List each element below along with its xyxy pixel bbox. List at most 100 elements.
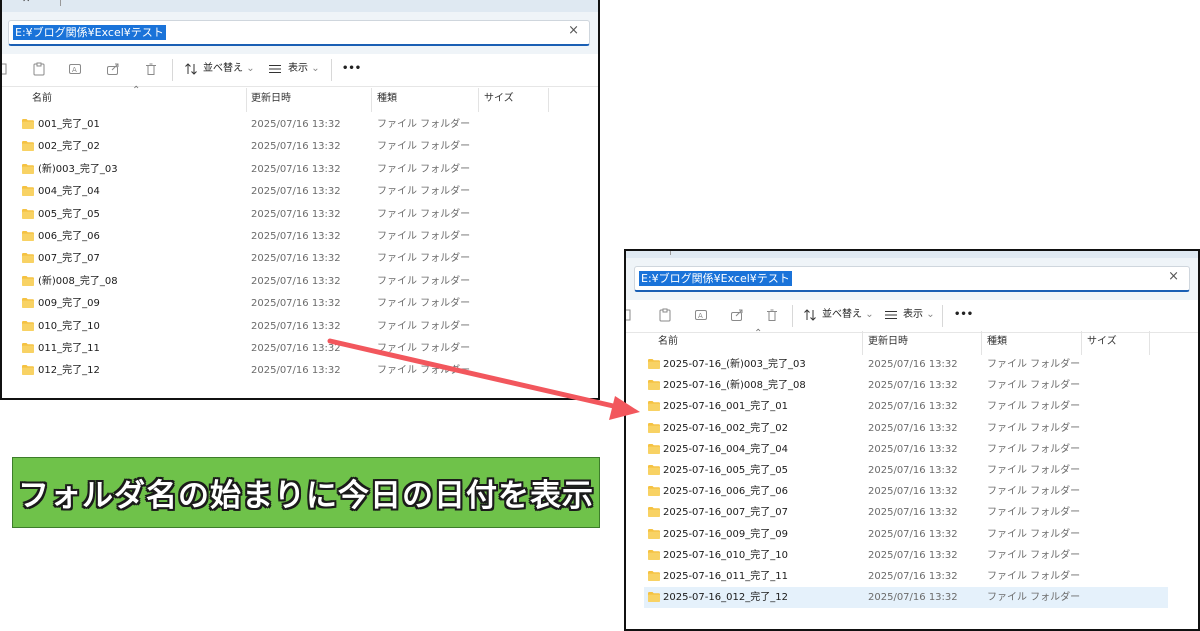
item-name[interactable]: (新)008_完了_08 xyxy=(38,271,118,293)
item-name[interactable]: 2025-07-16_007_完了_07 xyxy=(663,502,788,523)
item-name[interactable]: 005_完了_05 xyxy=(38,204,100,226)
item-name[interactable]: 004_完了_04 xyxy=(38,181,100,203)
view-button[interactable]: 表示 ⌄ xyxy=(288,62,320,76)
rename-icon[interactable]: A xyxy=(694,308,708,322)
delete-icon[interactable] xyxy=(765,308,779,322)
item-name[interactable]: 2025-07-16_010_完了_10 xyxy=(663,545,788,566)
column-divider[interactable] xyxy=(478,88,479,112)
more-icon[interactable]: ••• xyxy=(342,62,361,76)
list-item[interactable]: 2025-07-16_006_完了_06 2025/07/16 13:32 ファイル… xyxy=(626,481,1198,502)
column-size[interactable]: サイズ xyxy=(484,88,514,112)
item-name[interactable]: 2025-07-16_005_完了_05 xyxy=(663,460,788,481)
new-tab-icon[interactable] xyxy=(670,251,679,255)
item-name[interactable]: 007_完了_07 xyxy=(38,248,100,270)
list-item[interactable]: 2025-07-16_005_完了_05 2025/07/16 13:32 ファイル… xyxy=(626,460,1198,481)
list-item[interactable]: 2025-07-16_(新)008_完了_08 2025/07/16 13:32 フ… xyxy=(626,375,1198,396)
list-item[interactable]: 2025-07-16_007_完了_07 2025/07/16 13:32 ファイル… xyxy=(626,502,1198,523)
item-name[interactable]: 2025-07-16_012_完了_12 xyxy=(663,587,788,608)
paste-icon[interactable] xyxy=(32,62,46,76)
list-item[interactable]: (新)003_完了_03 2025/07/16 13:32 ファイル フォルダー xyxy=(2,159,598,181)
list-item[interactable]: (新)008_完了_08 2025/07/16 13:32 ファイル フォルダー xyxy=(2,271,598,293)
column-name[interactable]: 名前 xyxy=(658,331,678,355)
list-item[interactable]: 2025-07-16_004_完了_04 2025/07/16 13:32 ファイル… xyxy=(626,439,1198,460)
item-name[interactable]: 2025-07-16_(新)003_完了_03 xyxy=(663,354,806,375)
list-item[interactable]: 009_完了_09 2025/07/16 13:32 ファイル フォルダー xyxy=(2,293,598,315)
list-item[interactable]: 2025-07-16_002_完了_02 2025/07/16 13:32 ファイル… xyxy=(626,418,1198,439)
column-divider[interactable] xyxy=(246,88,247,112)
list-item[interactable]: 007_完了_07 2025/07/16 13:32 ファイル フォルダー xyxy=(2,248,598,270)
address-text[interactable]: E:¥ブログ関係¥Excel¥テスト xyxy=(639,271,792,286)
list-item[interactable]: 2025-07-16_010_完了_10 2025/07/16 13:32 ファイル… xyxy=(626,545,1198,566)
paste-icon[interactable] xyxy=(658,308,672,322)
column-divider[interactable] xyxy=(371,88,372,112)
list-item[interactable]: 004_完了_04 2025/07/16 13:32 ファイル フォルダー xyxy=(2,181,598,203)
list-item[interactable]: 005_完了_05 2025/07/16 13:32 ファイル フォルダー xyxy=(2,204,598,226)
item-name[interactable]: 2025-07-16_006_完了_06 xyxy=(663,481,788,502)
chevron-down-icon: ⌄ xyxy=(246,63,255,74)
column-divider[interactable] xyxy=(1081,331,1082,355)
address-bar[interactable]: E:¥ブログ関係¥Excel¥テスト × xyxy=(634,266,1190,292)
list-item[interactable]: 2025-07-16_(新)003_完了_03 2025/07/16 13:32 フ… xyxy=(626,354,1198,375)
column-name[interactable]: 名前 xyxy=(32,88,52,112)
list-item[interactable]: 006_完了_06 2025/07/16 13:32 ファイル フォルダー xyxy=(2,226,598,248)
more-icon[interactable]: ••• xyxy=(954,308,973,322)
folder-icon xyxy=(648,592,660,603)
rename-icon[interactable]: A xyxy=(68,62,82,76)
folder-icon xyxy=(648,401,660,412)
list-item[interactable]: 2025-07-16_001_完了_01 2025/07/16 13:32 ファイル… xyxy=(626,396,1198,417)
column-divider[interactable] xyxy=(548,88,549,112)
copy-icon[interactable] xyxy=(0,62,10,76)
list-item[interactable]: 010_完了_10 2025/07/16 13:32 ファイル フォルダー xyxy=(2,316,598,338)
column-divider[interactable] xyxy=(862,331,863,355)
close-icon[interactable]: × xyxy=(1168,269,1179,284)
item-name[interactable]: 2025-07-16_002_完了_02 xyxy=(663,418,788,439)
item-name[interactable]: 2025-07-16_009_完了_09 xyxy=(663,524,788,545)
list-item[interactable]: 011_完了_11 2025/07/16 13:32 ファイル フォルダー xyxy=(2,338,598,360)
list-item[interactable]: 2025-07-16_012_完了_12 2025/07/16 13:32 ファイル… xyxy=(644,587,1168,609)
column-type[interactable]: 種類 xyxy=(987,331,1007,355)
list-item[interactable]: 2025-07-16_009_完了_09 2025/07/16 13:32 ファイル… xyxy=(626,524,1198,545)
item-name[interactable]: 006_完了_06 xyxy=(38,226,100,248)
item-name[interactable]: 010_完了_10 xyxy=(38,316,100,338)
list-item[interactable]: 012_完了_12 2025/07/16 13:32 ファイル フォルダー xyxy=(2,360,598,382)
list-item[interactable]: 001_完了_01 2025/07/16 13:32 ファイル フォルダー xyxy=(2,114,598,136)
item-name[interactable]: 009_完了_09 xyxy=(38,293,100,315)
item-name[interactable]: (新)003_完了_03 xyxy=(38,159,118,181)
view-button[interactable]: 表示 ⌄ xyxy=(903,308,935,322)
title-bar xyxy=(626,251,1198,258)
item-name[interactable]: 012_完了_12 xyxy=(38,360,100,382)
tab-close-icon[interactable]: ✕ xyxy=(22,0,30,5)
sort-button[interactable]: 並べ替え ⌄ xyxy=(822,308,874,322)
item-name[interactable]: 2025-07-16_(新)008_完了_08 xyxy=(663,375,806,396)
column-date[interactable]: 更新日時 xyxy=(868,331,908,355)
sort-button[interactable]: 並べ替え ⌄ xyxy=(203,62,255,76)
item-name[interactable]: 002_完了_02 xyxy=(38,136,100,158)
item-name[interactable]: 011_完了_11 xyxy=(38,338,100,360)
item-name[interactable]: 2025-07-16_011_完了_11 xyxy=(663,566,788,587)
item-type: ファイル フォルダー xyxy=(987,507,1081,519)
list-item[interactable]: 002_完了_02 2025/07/16 13:32 ファイル フォルダー xyxy=(2,136,598,158)
delete-icon[interactable] xyxy=(144,62,158,76)
folder-icon xyxy=(22,230,34,241)
copy-icon[interactable] xyxy=(624,308,634,322)
folder-icon xyxy=(22,141,34,152)
share-icon[interactable] xyxy=(730,308,744,322)
item-name[interactable]: 2025-07-16_004_完了_04 xyxy=(663,439,788,460)
item-date: 2025/07/16 13:32 xyxy=(868,443,958,455)
column-date[interactable]: 更新日時 xyxy=(251,88,291,112)
chevron-down-icon: ⌄ xyxy=(865,309,874,320)
item-name[interactable]: 001_完了_01 xyxy=(38,114,100,136)
item-name[interactable]: 2025-07-16_001_完了_01 xyxy=(663,396,788,417)
column-divider[interactable] xyxy=(1149,331,1150,355)
column-size[interactable]: サイズ xyxy=(1087,331,1117,355)
list-item[interactable]: 2025-07-16_011_完了_11 2025/07/16 13:32 ファイル… xyxy=(626,566,1198,587)
column-divider[interactable] xyxy=(981,331,982,355)
share-icon[interactable] xyxy=(106,62,120,76)
folder-icon xyxy=(22,298,34,309)
address-text[interactable]: E:¥ブログ関係¥Excel¥テスト xyxy=(13,25,166,40)
column-type[interactable]: 種類 xyxy=(377,88,397,112)
new-tab-icon[interactable] xyxy=(60,0,69,6)
item-date: 2025/07/16 13:32 xyxy=(868,570,958,582)
address-bar[interactable]: E:¥ブログ関係¥Excel¥テスト × xyxy=(8,20,590,46)
close-icon[interactable]: × xyxy=(568,23,579,38)
